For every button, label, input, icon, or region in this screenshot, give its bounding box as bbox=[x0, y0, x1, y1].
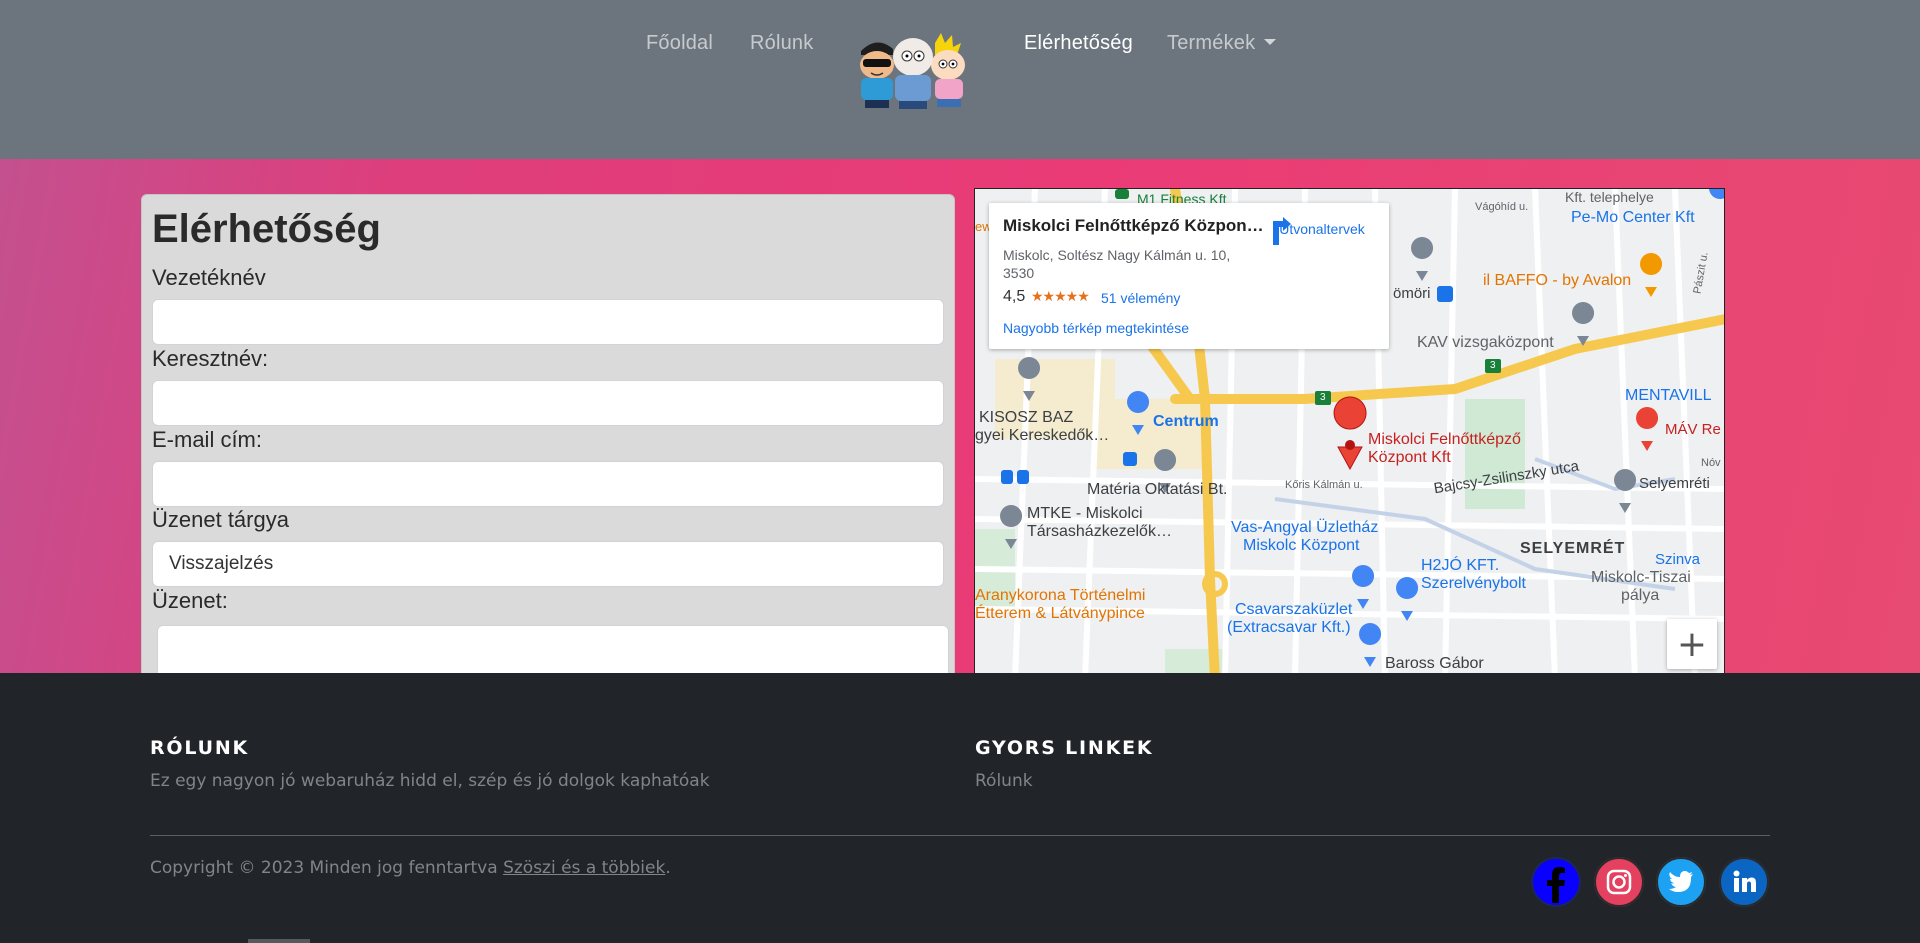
copyright-end: . bbox=[665, 858, 671, 878]
footer-link-about[interactable]: Rólunk bbox=[975, 771, 1033, 791]
map-label: Baross Gábor bbox=[1385, 655, 1484, 672]
logo[interactable] bbox=[855, 33, 971, 111]
cartoon-characters-logo-icon bbox=[860, 33, 965, 109]
contact-section: Elérhetőség Vezetéknév Keresztnév: E-mai… bbox=[0, 159, 1920, 673]
map-label: KAV vizsgaközpont bbox=[1417, 334, 1554, 351]
map-label: Központ Kft bbox=[1368, 449, 1451, 466]
lastname-label: Vezetéknév bbox=[152, 265, 266, 290]
map-label: Vágóhíd u. bbox=[1475, 201, 1529, 213]
instagram-icon bbox=[1594, 857, 1644, 907]
nav-dropdown-products-label: Termékek bbox=[1167, 32, 1256, 54]
map-label: H2JÓ KFT. bbox=[1421, 557, 1500, 574]
map-label: Selyemréti bbox=[1639, 475, 1710, 492]
nav-link-about[interactable]: Rólunk bbox=[750, 32, 813, 55]
map-label: MTKE - Miskolci bbox=[1027, 505, 1143, 522]
directions-icon bbox=[1273, 217, 1291, 245]
navbar: Főoldal Rólunk Elérhetőség Termékek bbox=[0, 0, 1920, 159]
map-label: Vas-Angyal Üzletház bbox=[1231, 519, 1379, 536]
map-label: Kőris Kálmán u. bbox=[1285, 479, 1363, 491]
footer: RÓLUNK Ez egy nagyon jó webaruház hidd e… bbox=[0, 673, 1920, 943]
map-label: Miskolc Központ bbox=[1243, 537, 1360, 554]
map-label: (Extracsavar Kft.) bbox=[1227, 619, 1351, 636]
footer-about-text: Ez egy nagyon jó webaruház hidd el, szép… bbox=[150, 771, 710, 791]
map-label: Miskolc-Tiszai bbox=[1591, 569, 1691, 586]
instagram-button[interactable] bbox=[1594, 857, 1644, 907]
map-label: pálya bbox=[1621, 587, 1660, 604]
road-number: 3 bbox=[1320, 392, 1326, 403]
map-label: Matéria Oktatási Bt. bbox=[1087, 481, 1228, 498]
map-label: MENTAVILL bbox=[1625, 387, 1712, 404]
facebook-button[interactable] bbox=[1531, 857, 1581, 907]
map-label: KISOSZ BAZ bbox=[979, 409, 1074, 426]
subject-label: Üzenet tárgya bbox=[152, 507, 289, 532]
nav-dropdown-products[interactable]: Termékek bbox=[1167, 32, 1277, 55]
twitter-icon bbox=[1656, 857, 1706, 907]
email-field[interactable] bbox=[152, 461, 944, 507]
firstname-field[interactable] bbox=[152, 380, 944, 426]
map-label: Miskolci Felnőttképző bbox=[1368, 431, 1521, 448]
nav-link-contact[interactable]: Elérhetőség bbox=[1024, 32, 1133, 55]
message-label: Üzenet: bbox=[152, 588, 228, 613]
map-label: Kft. telephelye bbox=[1565, 189, 1654, 205]
map-label: Társasházkezelők… bbox=[1027, 523, 1172, 540]
copyright-text: Copyright © 2023 Minden jog fenntartva bbox=[150, 858, 504, 878]
rating-stars-icon: ★★★★★ bbox=[1031, 288, 1090, 304]
linkedin-icon bbox=[1719, 857, 1769, 907]
linkedin-button[interactable] bbox=[1719, 857, 1769, 907]
facebook-icon bbox=[1531, 857, 1581, 907]
reviews-link[interactable]: 51 vélemény bbox=[1101, 290, 1180, 306]
scroll-indicator bbox=[248, 939, 310, 943]
place-name: Miskolci Felnőttképző Közpon… bbox=[1003, 216, 1264, 235]
map-label: SELYEMRÉT bbox=[1520, 540, 1626, 557]
copyright-link[interactable]: Szöszi és a többiek bbox=[503, 858, 665, 878]
map-label: Szerelvénybolt bbox=[1421, 575, 1526, 592]
footer-about-heading: RÓLUNK bbox=[150, 737, 250, 759]
map-label: Pe-Mo Center Kft bbox=[1571, 209, 1695, 226]
lastname-field[interactable] bbox=[152, 299, 944, 345]
map-label: Aranykorona Történelmi bbox=[975, 587, 1146, 604]
firstname-label: Keresztnév: bbox=[152, 346, 269, 371]
google-map[interactable]: M1 Fitness Kft Kft. telephelye Vágóhíd u… bbox=[974, 188, 1725, 673]
zoom-in-button[interactable]: + bbox=[1667, 619, 1717, 669]
map-label: Szinva bbox=[1655, 551, 1701, 568]
nav-link-home[interactable]: Főoldal bbox=[646, 32, 713, 55]
place-rating: 4,5 bbox=[1003, 288, 1026, 305]
map-label: Étterem & Látványpince bbox=[975, 605, 1145, 622]
page-title: Elérhetőség bbox=[152, 207, 381, 251]
copyright: Copyright © 2023 Minden jog fenntartva S… bbox=[150, 858, 671, 878]
place-info-card: Miskolci Felnőttképző Közpon… Miskolc, S… bbox=[989, 203, 1389, 349]
contact-form: Elérhetőség Vezetéknév Keresztnév: E-mai… bbox=[141, 194, 955, 673]
map-label: ömöri bbox=[1393, 285, 1431, 302]
twitter-button[interactable] bbox=[1656, 857, 1706, 907]
place-address: Miskolc, Soltész Nagy Kálmán u. 10, 3530 bbox=[1003, 247, 1231, 281]
subject-field[interactable]: Visszajelzés bbox=[152, 541, 944, 587]
map-label: Nóv bbox=[1701, 457, 1721, 469]
map-label: Centrum bbox=[1153, 413, 1219, 430]
map-label: MÁV Re bbox=[1665, 421, 1721, 438]
map-label: il BAFFO - by Avalon bbox=[1483, 272, 1632, 289]
caret-down-icon bbox=[1264, 39, 1277, 45]
map-label: Csavarszaküzlet bbox=[1235, 601, 1353, 618]
footer-links-heading: GYORS LINKEK bbox=[975, 737, 1154, 759]
map-label: gyei Kereskedők… bbox=[975, 427, 1110, 444]
message-field[interactable] bbox=[157, 625, 949, 673]
directions-button[interactable]: Útvonaltervek bbox=[1267, 217, 1377, 245]
road-number: 3 bbox=[1490, 360, 1496, 371]
email-label: E-mail cím: bbox=[152, 427, 262, 452]
footer-divider bbox=[150, 835, 1770, 836]
larger-map-link[interactable]: Nagyobb térkép megtekintése bbox=[1003, 320, 1189, 336]
